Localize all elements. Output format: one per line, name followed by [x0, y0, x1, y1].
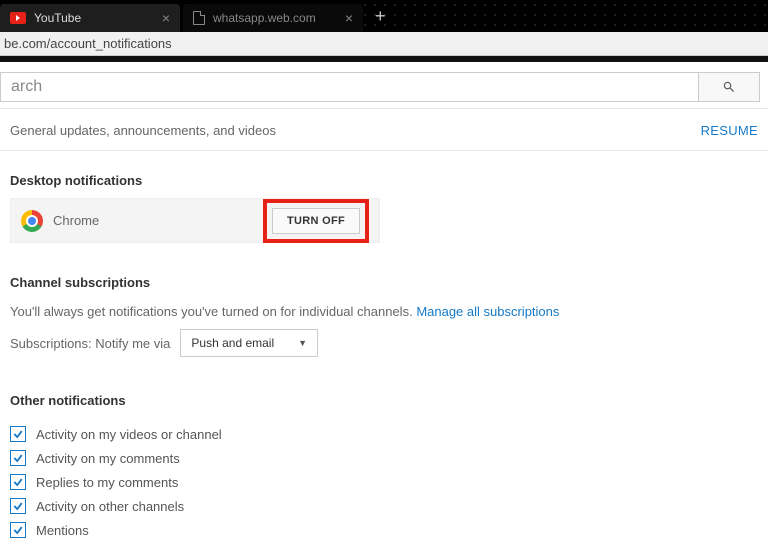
search-icon [722, 80, 736, 94]
search-button[interactable] [698, 72, 760, 102]
list-item: Replies to my comments [10, 470, 758, 494]
search-row [0, 62, 768, 108]
channel-subscriptions-heading: Channel subscriptions [0, 243, 768, 300]
manage-subscriptions-link[interactable]: Manage all subscriptions [416, 304, 559, 319]
checkbox-label: Activity on my comments [36, 451, 180, 466]
close-icon[interactable]: × [162, 10, 170, 26]
tab-label: whatsapp.web.com [213, 11, 316, 25]
notify-value: Push and email [191, 336, 274, 350]
channel-desc: You'll always get notifications you've t… [0, 300, 768, 323]
desktop-notifications-heading: Desktop notifications [0, 151, 768, 198]
notify-row: Subscriptions: Notify me via Push and em… [0, 323, 768, 363]
general-updates-row: General updates, announcements, and vide… [0, 108, 768, 151]
other-notifications-list: Activity on my videos or channel Activit… [0, 418, 768, 546]
new-tab-button[interactable]: + [363, 6, 398, 27]
checkbox-label: Replies to my comments [36, 475, 178, 490]
tab-label: YouTube [34, 11, 81, 25]
highlight-box: TURN OFF [263, 199, 369, 243]
checkbox-label: Mentions [36, 523, 89, 538]
checkbox[interactable] [10, 474, 26, 490]
list-item: Mentions [10, 518, 758, 542]
page-icon [193, 11, 205, 25]
checkbox[interactable] [10, 522, 26, 538]
list-item: Activity on my videos or channel [10, 422, 758, 446]
youtube-icon [10, 12, 26, 24]
notify-label: Subscriptions: Notify me via [10, 336, 170, 351]
chrome-label: Chrome [53, 213, 255, 228]
browser-tab-strip: YouTube × whatsapp.web.com × + [0, 0, 768, 32]
tab-whatsapp[interactable]: whatsapp.web.com × [183, 4, 363, 32]
checkbox-label: Activity on other channels [36, 499, 184, 514]
list-item: Activity on other channels [10, 494, 758, 518]
channel-desc-text: You'll always get notifications you've t… [10, 304, 413, 319]
list-item: Activity on my comments [10, 446, 758, 470]
url-text: be.com/account_notifications [4, 36, 172, 51]
checkbox[interactable] [10, 498, 26, 514]
close-icon[interactable]: × [345, 10, 353, 26]
checkbox[interactable] [10, 450, 26, 466]
chevron-down-icon: ▼ [298, 338, 307, 348]
url-bar[interactable]: be.com/account_notifications [0, 32, 768, 56]
resume-button[interactable]: RESUME [701, 123, 758, 138]
notify-select[interactable]: Push and email ▼ [180, 329, 318, 357]
search-input[interactable] [0, 72, 699, 102]
other-notifications-heading: Other notifications [0, 363, 768, 418]
checkbox[interactable] [10, 426, 26, 442]
chrome-row: Chrome TURN OFF [10, 198, 380, 243]
general-desc: General updates, announcements, and vide… [10, 123, 276, 138]
chrome-icon [21, 210, 43, 232]
checkbox-label: Activity on my videos or channel [36, 427, 222, 442]
tab-youtube[interactable]: YouTube × [0, 4, 180, 32]
turn-off-button[interactable]: TURN OFF [272, 208, 360, 234]
